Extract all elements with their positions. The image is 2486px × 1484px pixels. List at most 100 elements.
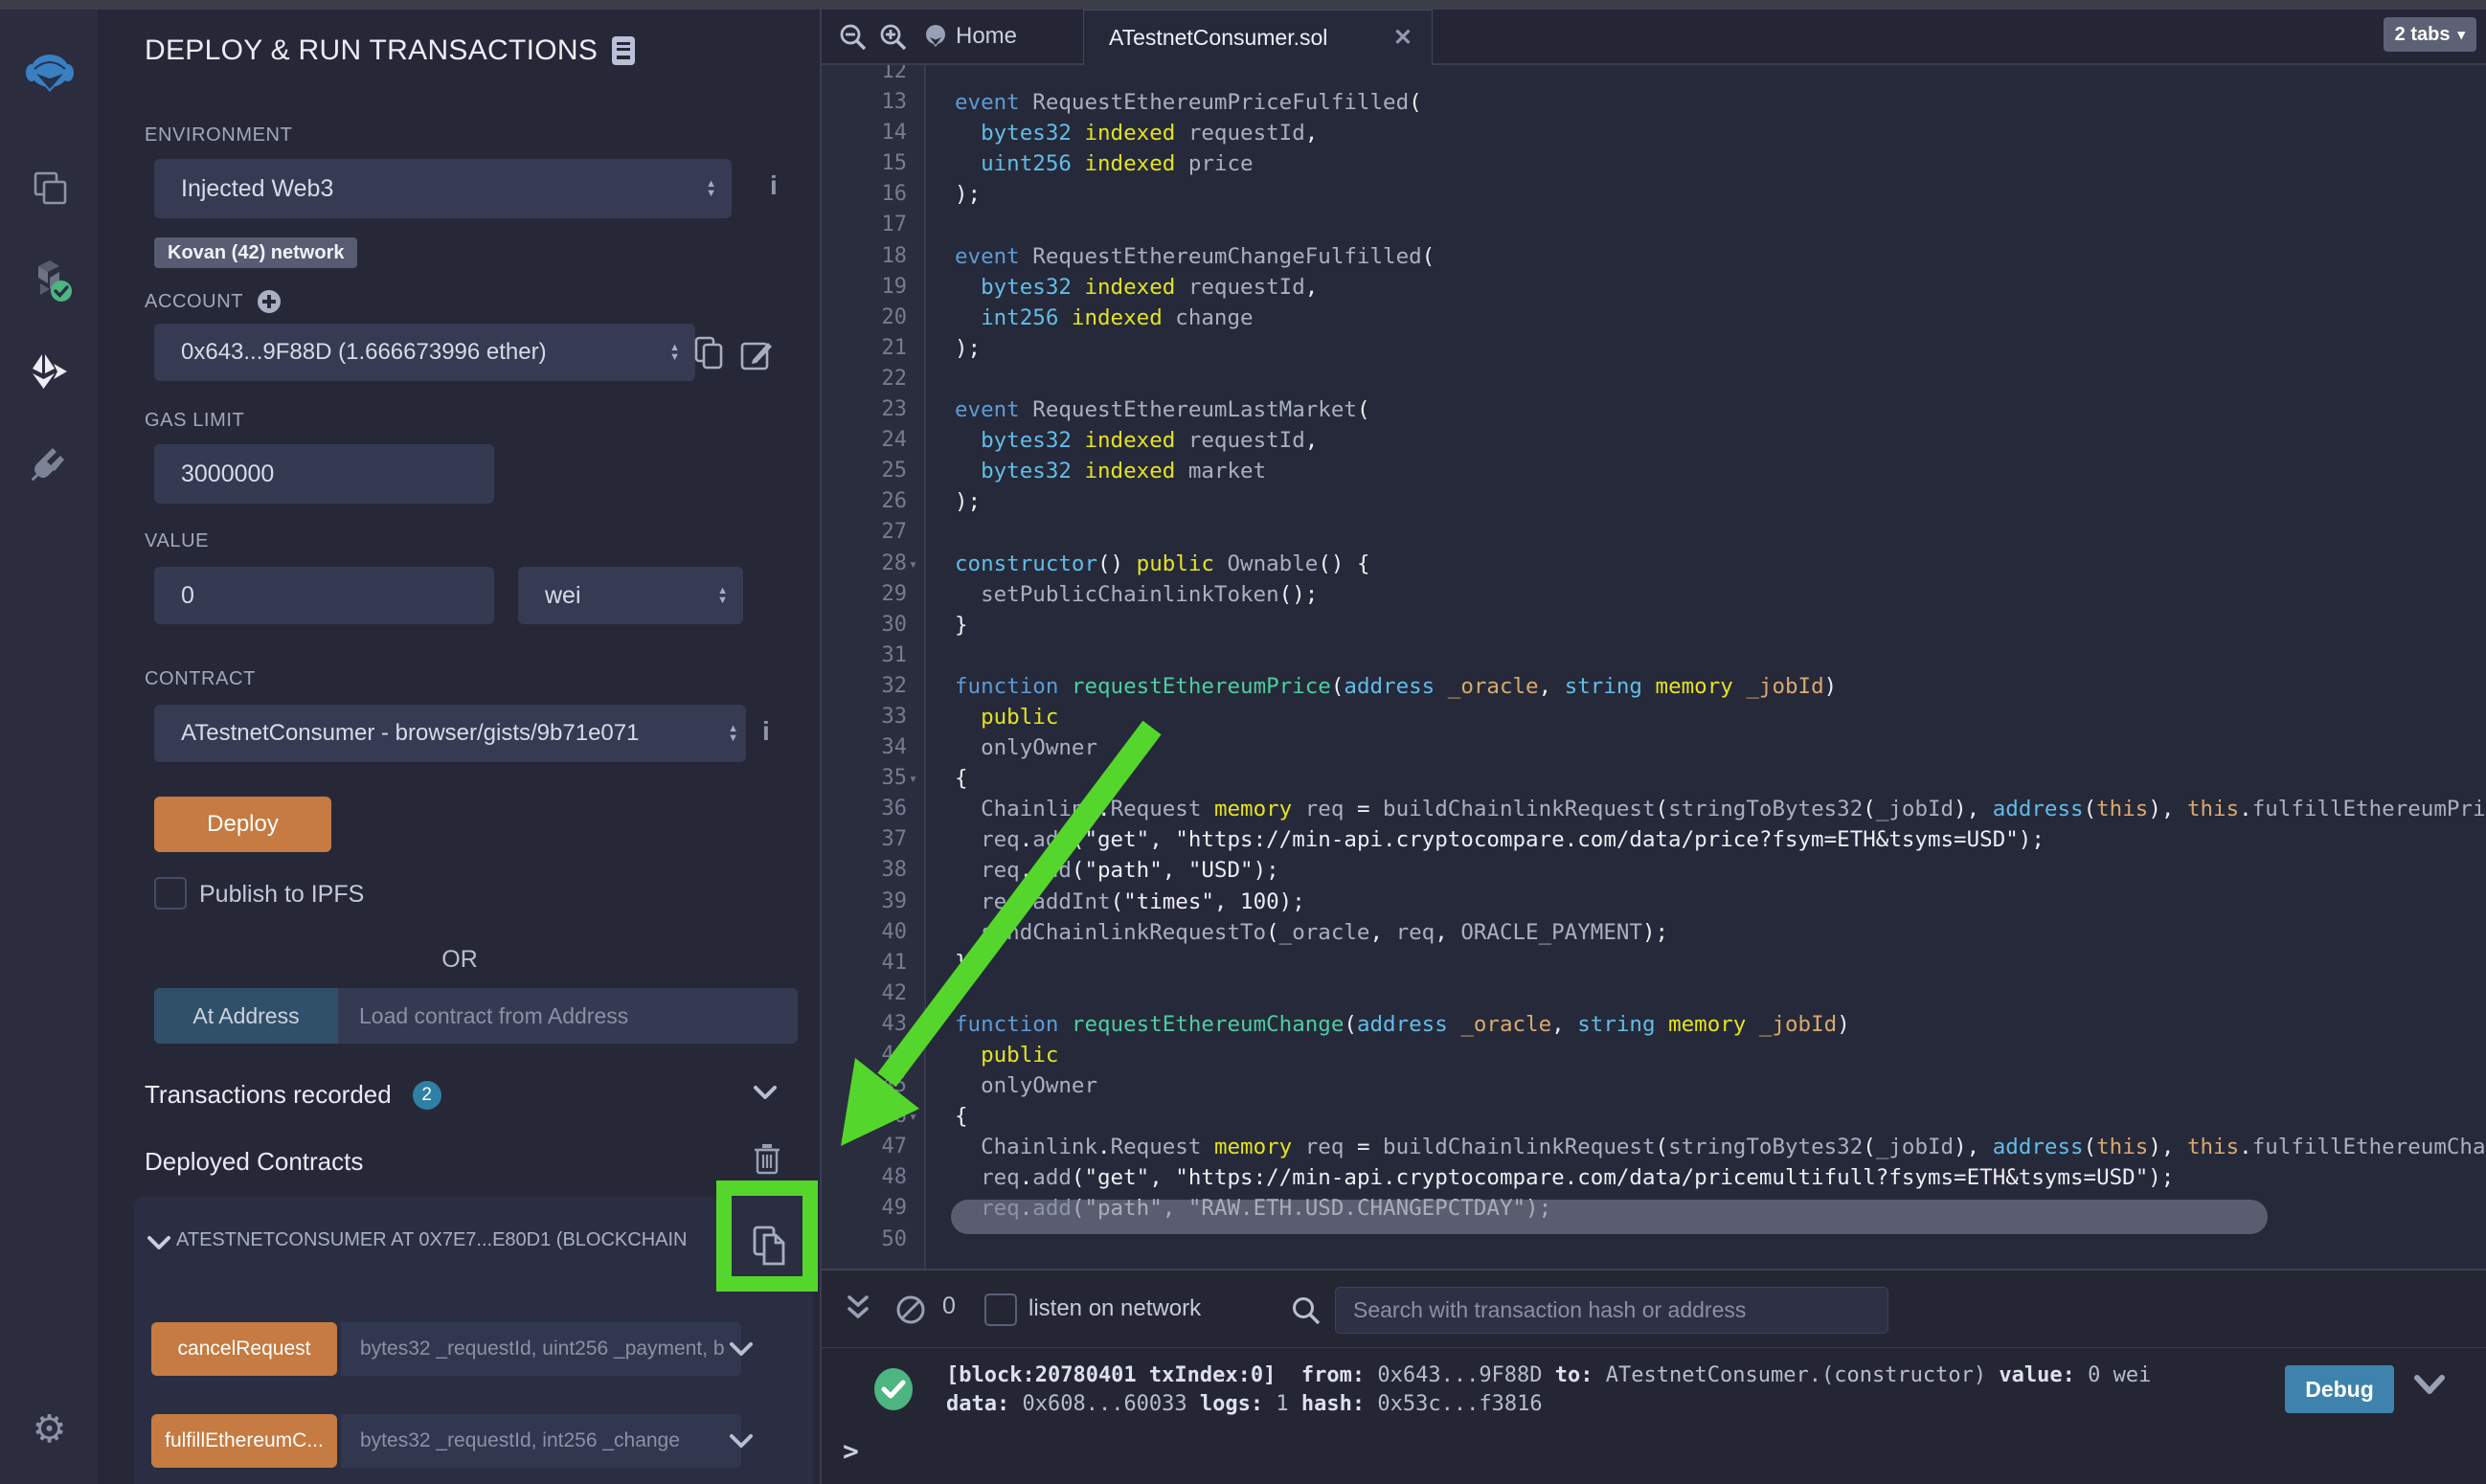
transactions-chevron-icon[interactable] xyxy=(753,1084,778,1101)
code-text: bytes32 indexed market xyxy=(907,456,1266,486)
line-number: 28 xyxy=(822,549,907,579)
listen-network-checkbox[interactable] xyxy=(984,1293,1017,1326)
zoom-out-icon[interactable] xyxy=(839,23,868,52)
line-number: 14 xyxy=(822,118,907,148)
fulfill-ethereum-button[interactable]: fulfillEthereumC... xyxy=(151,1414,337,1468)
function-row: fulfillEthereumC... xyxy=(134,1414,813,1468)
line-number: 45 xyxy=(822,1070,907,1101)
zoom-in-icon[interactable] xyxy=(879,23,908,52)
tab-home[interactable]: Home xyxy=(956,10,1017,63)
line-number: 48 xyxy=(822,1162,907,1193)
line-number: 15 xyxy=(822,148,907,179)
expand-log-chevron-icon[interactable] xyxy=(2413,1374,2446,1397)
at-address-button[interactable]: At Address xyxy=(154,988,338,1044)
line-number: 25 xyxy=(822,456,907,486)
code-text: ); xyxy=(907,179,981,210)
fulfill-ethereum-params-input[interactable] xyxy=(341,1414,741,1468)
expand-function-chevron-icon[interactable] xyxy=(730,1433,753,1449)
value-unit-select[interactable]: wei ▲▼ xyxy=(518,567,743,624)
at-address-input[interactable] xyxy=(338,988,798,1044)
function-row: cancelRequest xyxy=(134,1322,813,1376)
deployed-contract-title[interactable]: ATESTNETCONSUMER AT 0X7E7...E80D1 (BLOCK… xyxy=(176,1229,712,1251)
code-text: event RequestEthereumLastMarket( xyxy=(907,394,1369,425)
publish-ipfs-checkbox[interactable] xyxy=(154,877,187,910)
deploy-run-icon[interactable] xyxy=(0,350,99,393)
expand-terminal-icon[interactable] xyxy=(845,1293,871,1324)
code-text: Chainlink.Request memory req = buildChai… xyxy=(907,1132,2486,1162)
account-select[interactable]: 0x643...9F88D (1.666673996 ether) ▲▼ xyxy=(154,324,695,381)
line-number: 29 xyxy=(822,579,907,610)
fold-caret-icon[interactable]: ▾ xyxy=(909,549,917,579)
line-number: 26 xyxy=(822,486,907,517)
tabs-count-dropdown[interactable]: 2 tabs ▾ xyxy=(2384,17,2476,52)
code-line: 23event RequestEthereumLastMarket( xyxy=(822,394,2486,425)
line-number: 17 xyxy=(822,210,907,240)
add-account-icon[interactable] xyxy=(257,289,282,314)
terminal-prompt[interactable]: > xyxy=(843,1435,859,1467)
code-line: 39 req.addInt("times", 100); xyxy=(822,887,2486,917)
close-tab-icon[interactable]: ✕ xyxy=(1393,24,1412,52)
settings-gear-icon[interactable]: ⚙ xyxy=(0,1407,99,1451)
line-number: 27 xyxy=(822,517,907,548)
code-line: 44 public xyxy=(822,1040,2486,1070)
code-text: function requestEthereumChange(address _… xyxy=(907,1009,1850,1040)
value-input[interactable] xyxy=(154,567,494,624)
trash-icon[interactable] xyxy=(753,1141,781,1176)
solidity-compiler-icon[interactable] xyxy=(0,257,99,303)
copy-account-icon[interactable] xyxy=(693,335,726,371)
deployed-contracts-header: Deployed Contracts xyxy=(145,1147,363,1177)
environment-info-icon[interactable]: i xyxy=(770,170,778,201)
tx-log-line[interactable]: [block:20780401 txIndex:0] from: 0x643..… xyxy=(946,1363,2151,1387)
contract-info-icon[interactable]: i xyxy=(762,716,770,747)
code-line: 26); xyxy=(822,486,2486,517)
code-line: 28▾constructor() public Ownable() { xyxy=(822,549,2486,579)
deploy-button[interactable]: Deploy xyxy=(154,797,331,852)
code-text: ); xyxy=(907,333,981,364)
code-line: 35▾{ xyxy=(822,763,2486,794)
chevron-down-icon: ▾ xyxy=(2457,26,2465,43)
doc-icon xyxy=(611,35,636,66)
terminal: 0 listen on network [block:20780401 txIn… xyxy=(822,1269,2486,1484)
tx-log-line[interactable]: data: 0x608...60033 logs: 1 hash: 0x53c.… xyxy=(946,1392,1543,1416)
file-explorer-icon[interactable] xyxy=(0,169,99,207)
line-number: 18 xyxy=(822,241,907,272)
plugin-manager-icon[interactable] xyxy=(0,442,99,483)
line-number: 24 xyxy=(822,425,907,456)
contract-label: CONTRACT xyxy=(145,668,256,690)
or-label: OR xyxy=(100,946,820,974)
code-text: req.addInt("times", 100); xyxy=(907,887,1305,917)
code-line: 36 Chainlink.Request memory req = buildC… xyxy=(822,794,2486,824)
code-text: uint256 indexed price xyxy=(907,148,1254,179)
code-line: 33 public xyxy=(822,702,2486,732)
code-text: ); xyxy=(907,486,981,517)
horizontal-scrollbar[interactable] xyxy=(951,1200,2268,1234)
cancel-request-params-input[interactable] xyxy=(341,1322,741,1376)
code-text xyxy=(907,1225,955,1255)
contract-select[interactable]: ATestnetConsumer - browser/gists/9b71e07… xyxy=(154,705,746,762)
gas-limit-input[interactable] xyxy=(154,444,494,504)
code-text: public xyxy=(907,702,1058,732)
environment-select[interactable]: Injected Web3 ▲▼ xyxy=(154,159,732,218)
tab-atestnetconsumer[interactable]: ATestnetConsumer.sol ✕ xyxy=(1083,10,1433,65)
line-number: 39 xyxy=(822,887,907,917)
code-line: 45 onlyOwner xyxy=(822,1070,2486,1101)
debug-button[interactable]: Debug xyxy=(2285,1365,2394,1413)
pending-tx-count: 0 xyxy=(942,1293,956,1320)
cancel-request-button[interactable]: cancelRequest xyxy=(151,1322,337,1376)
transactions-recorded-header: Transactions recorded 2 xyxy=(145,1080,441,1110)
terminal-toolbar: 0 listen on network xyxy=(822,1270,2486,1348)
fold-caret-icon[interactable]: ▾ xyxy=(909,763,917,794)
network-badge: Kovan (42) network xyxy=(154,237,357,268)
code-line: 46▾{ xyxy=(822,1101,2486,1132)
annotation-highlight-box xyxy=(716,1180,818,1292)
line-number: 37 xyxy=(822,824,907,855)
edit-account-icon[interactable] xyxy=(739,337,774,371)
expand-function-chevron-icon[interactable] xyxy=(730,1341,753,1357)
terminal-search-input[interactable] xyxy=(1335,1287,1888,1334)
contract-expand-chevron-icon[interactable] xyxy=(147,1235,170,1250)
select-spinner-icon: ▲▼ xyxy=(717,586,728,605)
clear-console-icon[interactable] xyxy=(894,1293,927,1326)
code-line: 30} xyxy=(822,610,2486,641)
fold-caret-icon[interactable]: ▾ xyxy=(909,1101,917,1132)
remix-logo-icon[interactable] xyxy=(0,48,99,98)
